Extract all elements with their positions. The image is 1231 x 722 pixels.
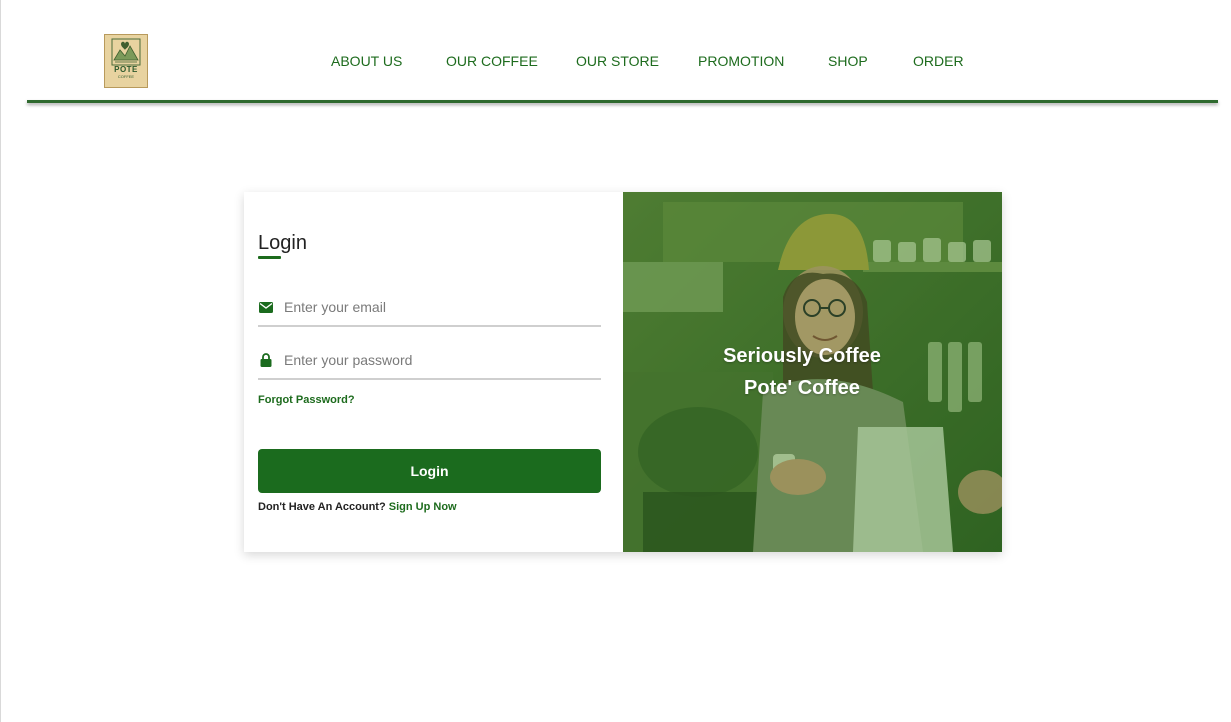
login-button[interactable]: Login [258,449,601,493]
hero-line-1: Seriously Coffee [723,345,881,367]
hero-tagline: Seriously Coffee Pote' Coffee [623,340,981,404]
forgot-password-link[interactable]: Forgot Password? [258,394,355,406]
login-form: Login Enter your email Forgot Password? … [244,192,623,552]
nav-item-order[interactable]: ORDER [913,53,964,69]
signup-prompt: Don't Have An Account? Sign Up Now [258,501,457,513]
nav-item-about-us[interactable]: ABOUT US [331,53,402,69]
password-input[interactable] [284,346,594,374]
password-field-wrapper [258,342,601,380]
title-underline [258,256,281,259]
hero-line-2: Pote' Coffee [744,377,860,399]
site-header: POTE COFFEE ABOUT US OUR COFFEE OUR STOR… [27,0,1218,104]
page: POTE COFFEE ABOUT US OUR COFFEE OUR STOR… [0,0,1231,722]
login-title: Login [258,232,307,254]
nav-item-promotion[interactable]: PROMOTION [698,53,784,69]
no-account-text: Don't Have An Account? [258,501,386,513]
login-card: Login Enter your email Forgot Password? … [244,192,1002,552]
sign-up-link[interactable]: Sign Up Now [389,501,457,513]
header-divider [27,100,1218,103]
email-input[interactable] [284,293,594,321]
logo-subtext: COFFEE [117,74,135,79]
nav-item-shop[interactable]: SHOP [828,53,868,69]
coffee-logo-icon [111,38,141,66]
envelope-icon [258,299,274,315]
lock-icon [258,352,274,368]
email-field-wrapper [258,289,601,327]
brand-logo[interactable]: POTE COFFEE [104,34,148,88]
nav-item-our-coffee[interactable]: OUR COFFEE [446,53,538,69]
nav-item-our-store[interactable]: OUR STORE [576,53,659,69]
hero-photo-panel: Seriously Coffee Pote' Coffee [623,192,1002,552]
logo-name: POTE [114,65,138,74]
